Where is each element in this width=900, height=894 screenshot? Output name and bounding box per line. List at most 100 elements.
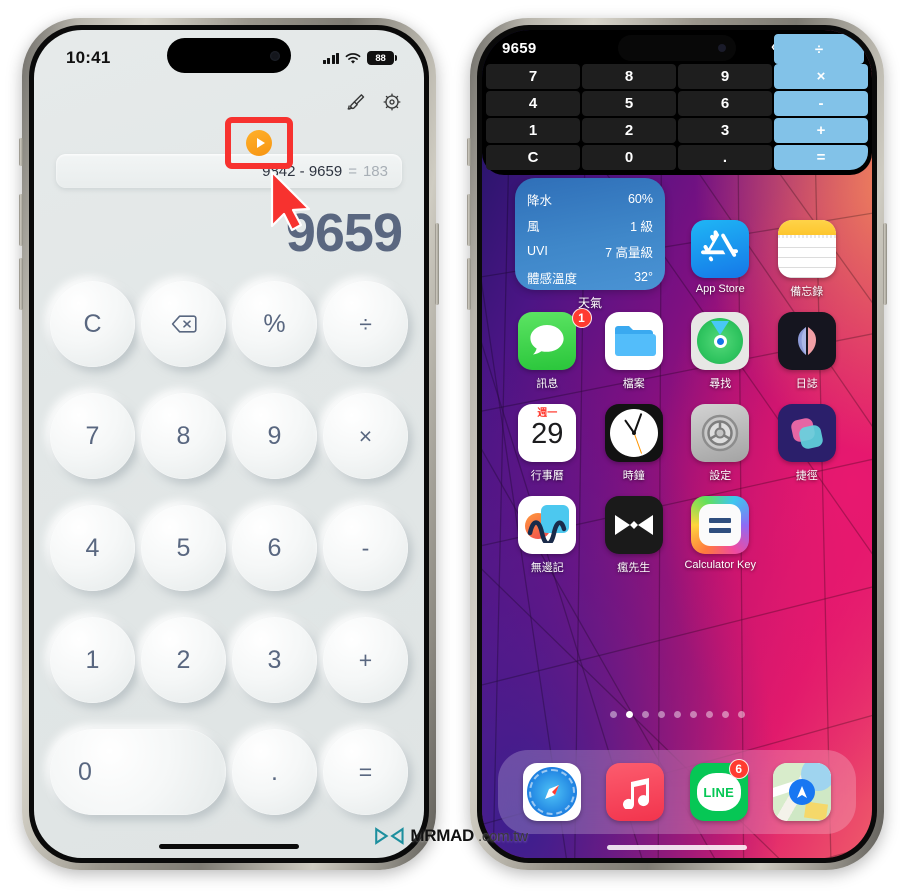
page-dot-active [625,711,633,718]
dock-icon-music[interactable] [606,763,665,821]
app-row: 1 訊息 檔案 尋找 日誌 [504,308,851,391]
play-button-icon[interactable] [246,130,272,156]
app-icon-journal[interactable]: 日誌 [764,312,851,391]
key-plus[interactable]: + [323,617,408,703]
weather-value: 60% [627,192,653,206]
key-7[interactable]: 7 [50,393,135,479]
volume-down-button-right[interactable] [467,258,471,310]
app-icon-find-my[interactable]: 尋找 [677,312,764,391]
key-minus[interactable]: - [323,505,408,591]
volume-down-button[interactable] [19,258,23,310]
app-label: 無邊記 [530,562,564,574]
weather-label: 降水 [527,193,553,208]
dock: LINE 6 [498,750,856,834]
journal-icon [777,312,836,370]
key-8[interactable]: 8 [141,393,226,479]
kb-key-4[interactable]: 4 [486,91,580,116]
key-9[interactable]: 9 [232,393,317,479]
app-icon-clock[interactable]: 時鐘 [591,404,678,483]
key-2[interactable]: 2 [141,617,226,703]
calculator-main-value: 9659 [285,203,403,263]
dock-icon-line[interactable]: LINE 6 [689,759,749,821]
key-percent[interactable]: % [232,281,317,367]
page-indicator-dots[interactable] [482,711,872,718]
shortcuts-icon [777,404,836,462]
key-backspace[interactable] [141,281,226,367]
home-indicator-right[interactable] [607,845,747,850]
key-divide[interactable]: ÷ [323,281,408,367]
ios-home-screen: 降水 60% 風 1 級 UVI 7 高量級 體感溫度 32° 天氣 App S… [482,30,872,858]
messages-icon [518,312,577,370]
history-equals-sign: = [348,162,357,180]
power-button[interactable] [435,223,439,305]
weather-row: 降水 60% [527,186,653,212]
kb-key-3[interactable]: 3 [678,118,772,143]
page-dot [673,711,681,718]
app-label: App Store [695,283,745,295]
mute-switch-right[interactable] [467,138,471,166]
kb-key-6[interactable]: 6 [678,91,772,116]
mouse-cursor-icon [268,170,314,237]
kb-key-minus[interactable]: - [774,91,868,116]
kb-key-divide[interactable]: ÷ [774,34,864,64]
kb-key-8[interactable]: 8 [582,64,676,89]
key-equals[interactable]: = [323,729,408,815]
mute-switch[interactable] [19,138,23,166]
key-0[interactable]: 0 [50,729,226,815]
calendar-icon: 週一 29 [518,404,577,462]
paintbrush-icon[interactable] [346,92,366,112]
app-icon-notes[interactable]: 備忘錄 [764,220,851,299]
kb-key-equals[interactable]: = [774,145,868,170]
app-icon-calculator-key[interactable]: Calculator Key [677,496,764,575]
app-label: 捷徑 [795,470,818,482]
gear-icon[interactable] [382,92,402,112]
app-label: 時鐘 [622,470,645,482]
power-button-right[interactable] [883,223,887,305]
kb-key-2[interactable]: 2 [582,118,676,143]
kb-key-decimal[interactable]: . [678,145,772,170]
key-4[interactable]: 4 [50,505,135,591]
kb-key-7[interactable]: 7 [486,64,580,89]
key-1[interactable]: 1 [50,617,135,703]
key-6[interactable]: 6 [232,505,317,591]
kb-key-9[interactable]: 9 [678,64,772,89]
page-dot [705,711,713,718]
kb-key-1[interactable]: 1 [486,118,580,143]
volume-up-button-right[interactable] [467,194,471,246]
page-dot [737,711,745,718]
key-decimal[interactable]: . [232,729,317,815]
app-icon-calendar[interactable]: 週一 29 行事曆 [504,404,591,483]
site-watermark: MRMAD .com.tw [372,826,528,846]
kb-key-0[interactable]: 0 [582,145,676,170]
page-dot [689,711,697,718]
app-icon-mrmad[interactable]: 瘋先生 [591,496,678,575]
key-3[interactable]: 3 [232,617,317,703]
dock-icon-safari[interactable] [522,763,581,821]
kb-key-5[interactable]: 5 [582,91,676,116]
app-icon-messages[interactable]: 1 訊息 [504,308,592,391]
volume-up-button[interactable] [19,194,23,246]
app-label: 行事曆 [530,470,564,482]
watermark-brand: MRMAD [410,826,475,845]
page-dot [609,711,617,718]
notes-icon [777,220,836,278]
settings-icon [691,404,750,462]
app-icon-settings[interactable]: 設定 [677,404,764,483]
key-multiply[interactable]: × [323,393,408,479]
home-indicator[interactable] [159,844,299,849]
mrmad-logo-icon [375,827,404,845]
key-clear[interactable]: C [50,281,135,367]
app-icon-shortcuts[interactable]: 捷徑 [764,404,851,483]
app-icon-files[interactable]: 檔案 [591,312,678,391]
kb-key-multiply[interactable]: × [774,64,868,89]
screenshot-stage: 10:41 88 9842 - 9659 = 183 9659 C % ÷ 7 … [0,0,900,894]
calculator-keyboard-overlay: 9659 ‹ ÷ 7 8 9 × 4 5 6 [482,30,872,175]
badge-count: 6 [728,759,749,779]
kb-key-plus[interactable]: + [774,118,868,143]
app-icon-app-store[interactable]: App Store [677,220,764,299]
app-icon-freeform[interactable]: 無邊記 [504,496,591,575]
key-5[interactable]: 5 [141,505,226,591]
files-icon [604,312,663,370]
kb-key-clear[interactable]: C [486,145,580,170]
dock-icon-maps[interactable] [773,763,832,821]
